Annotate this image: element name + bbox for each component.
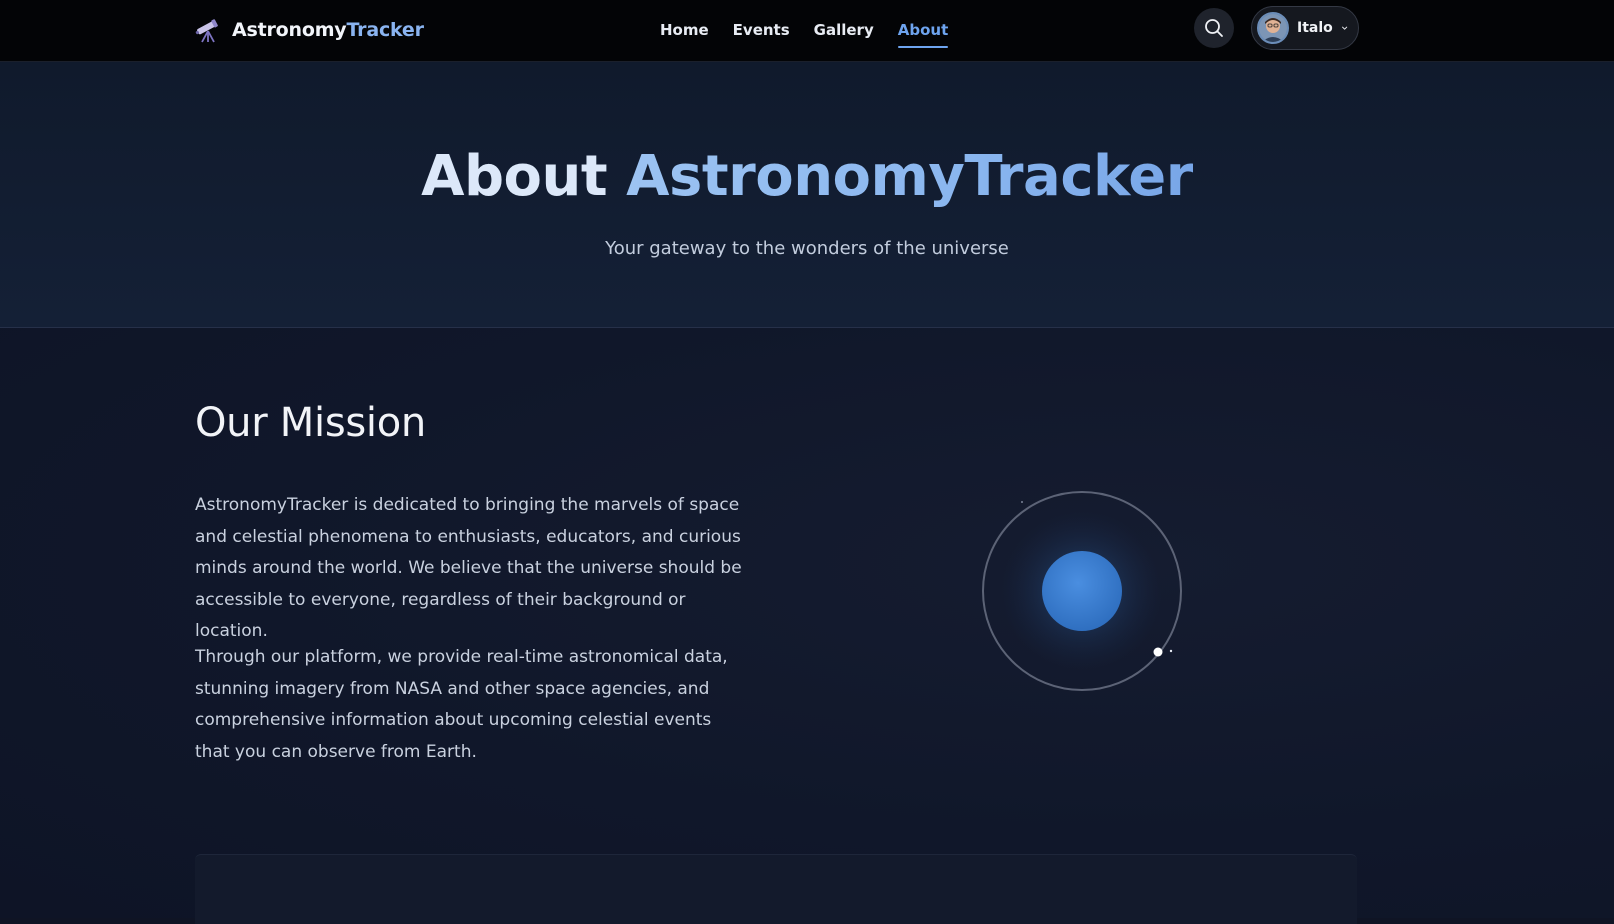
brand-name: AstronomyTracker <box>232 19 424 41</box>
telescope-icon <box>195 19 218 43</box>
nav-link-about[interactable]: About <box>897 17 948 48</box>
next-section-card <box>195 854 1357 924</box>
user-menu-button[interactable]: Italo <box>1251 6 1359 50</box>
planet-orbit-illustration <box>982 491 1182 691</box>
chevron-down-icon <box>1341 26 1347 30</box>
top-navbar: AstronomyTracker Home Events Gallery Abo… <box>0 0 1614 62</box>
about-hero: About AstronomyTracker Your gateway to t… <box>0 62 1614 328</box>
user-name: Italo <box>1297 20 1333 36</box>
nav-link-events[interactable]: Events <box>733 17 790 43</box>
search-icon <box>1205 19 1223 37</box>
page-subtitle: Your gateway to the wonders of the unive… <box>605 238 1009 259</box>
mission-paragraph-1: AstronomyTracker is dedicated to bringin… <box>195 495 742 641</box>
page-title: About AstronomyTracker <box>421 144 1193 209</box>
nav-link-home[interactable]: Home <box>660 17 709 43</box>
mission-heading: Our Mission <box>195 400 426 446</box>
main-nav: Home Events Gallery About <box>660 0 948 60</box>
brand-logo-link[interactable]: AstronomyTracker <box>194 14 424 46</box>
mission-paragraph-2: Through our platform, we provide real-ti… <box>195 647 728 762</box>
nav-link-gallery[interactable]: Gallery <box>814 17 874 43</box>
moon-icon <box>1153 647 1163 657</box>
star-dot <box>1169 649 1173 653</box>
star-dot <box>1021 501 1023 503</box>
planet-icon <box>1042 551 1122 631</box>
mission-section: Our Mission AstronomyTracker is dedicate… <box>0 328 1614 924</box>
avatar <box>1257 12 1289 44</box>
search-button[interactable] <box>1194 8 1234 48</box>
